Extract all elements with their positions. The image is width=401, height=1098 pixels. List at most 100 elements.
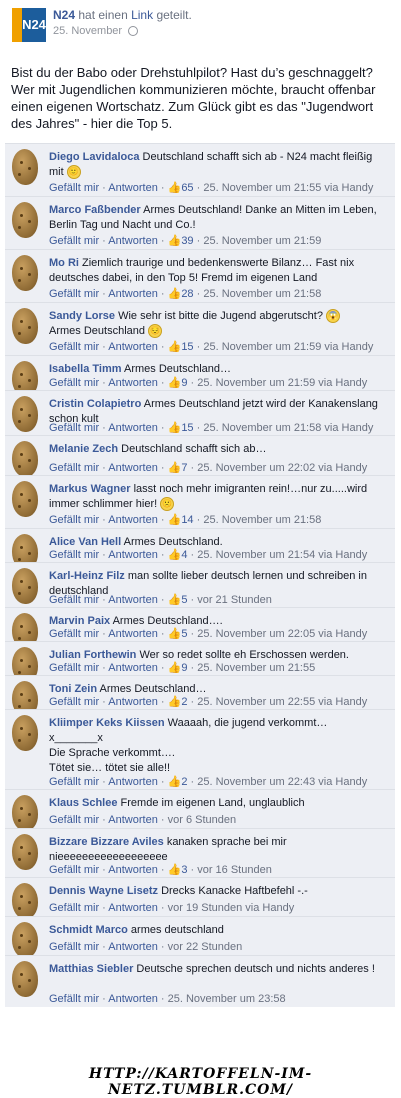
reply-link[interactable]: Antworten xyxy=(108,549,158,561)
like-link[interactable]: Gefällt mir xyxy=(49,993,99,1005)
avatar[interactable] xyxy=(8,833,40,871)
like-count[interactable]: 👍5 xyxy=(168,594,188,606)
reply-link[interactable]: Antworten xyxy=(108,594,158,606)
reply-link[interactable]: Antworten xyxy=(108,235,158,247)
like-link[interactable]: Gefällt mir xyxy=(49,377,99,389)
commenter-name-link[interactable]: Matthias Siebler xyxy=(49,963,133,975)
avatar[interactable] xyxy=(8,254,40,292)
like-link[interactable]: Gefällt mir xyxy=(49,341,99,353)
comment-timestamp[interactable]: vor 21 Stunden xyxy=(197,594,272,606)
commenter-name-link[interactable]: Schmidt Marco xyxy=(49,924,128,936)
like-link[interactable]: Gefällt mir xyxy=(49,864,99,876)
like-count[interactable]: 👍7 xyxy=(168,462,188,474)
like-link[interactable]: Gefällt mir xyxy=(49,422,99,434)
avatar[interactable] xyxy=(8,921,40,959)
comment-timestamp[interactable]: 25. November um 21:58 xyxy=(203,288,321,300)
like-count[interactable]: 👍3 xyxy=(168,864,188,876)
like-link[interactable]: Gefällt mir xyxy=(49,696,99,708)
like-count[interactable]: 👍65 xyxy=(168,182,194,194)
like-link[interactable]: Gefällt mir xyxy=(49,902,99,914)
reply-link[interactable]: Antworten xyxy=(108,377,158,389)
reply-link[interactable]: Antworten xyxy=(108,864,158,876)
comment-timestamp[interactable]: 25. November um 23:58 xyxy=(168,993,286,1005)
like-count[interactable]: 👍2 xyxy=(168,696,188,708)
reply-link[interactable]: Antworten xyxy=(108,696,158,708)
comment-timestamp[interactable]: 25. November um 21:58 via Handy xyxy=(203,422,373,434)
like-link[interactable]: Gefällt mir xyxy=(49,941,99,953)
like-link[interactable]: Gefällt mir xyxy=(49,514,99,526)
reply-link[interactable]: Antworten xyxy=(108,288,158,300)
footer-url[interactable]: HTTP://KARTOFFELN-IM-NETZ.TUMBLR.COM/ xyxy=(0,1066,401,1098)
commenter-name-link[interactable]: Isabella Timm xyxy=(49,363,122,375)
avatar[interactable] xyxy=(8,882,40,920)
avatar[interactable] xyxy=(8,307,40,345)
avatar[interactable] xyxy=(8,440,40,478)
comment-timestamp[interactable]: 25. November um 21:58 xyxy=(203,514,321,526)
like-link[interactable]: Gefällt mir xyxy=(49,628,99,640)
avatar[interactable] xyxy=(8,480,40,518)
commenter-name-link[interactable]: Sandy Lorse xyxy=(49,310,115,322)
comment-timestamp[interactable]: 25. November um 22:55 via Handy xyxy=(197,696,367,708)
commenter-name-link[interactable]: Julian Forthewin xyxy=(49,649,136,661)
like-count[interactable]: 👍15 xyxy=(168,341,194,353)
commenter-name-link[interactable]: Markus Wagner xyxy=(49,483,131,495)
comment-timestamp[interactable]: 25. November um 21:55 via Handy xyxy=(203,182,373,194)
comment-timestamp[interactable]: 25. November um 22:02 via Handy xyxy=(197,462,367,474)
commenter-name-link[interactable]: Kliimper Keks Kiissen xyxy=(49,717,165,729)
like-count[interactable]: 👍39 xyxy=(168,235,194,247)
reply-link[interactable]: Antworten xyxy=(108,941,158,953)
commenter-name-link[interactable]: Mo Ri xyxy=(49,257,79,269)
like-count[interactable]: 👍5 xyxy=(168,628,188,640)
post-date[interactable]: 25. November xyxy=(53,25,122,37)
like-link[interactable]: Gefällt mir xyxy=(49,235,99,247)
like-count[interactable]: 👍28 xyxy=(168,288,194,300)
commenter-name-link[interactable]: Klaus Schlee xyxy=(49,797,117,809)
comment-timestamp[interactable]: 25. November um 21:54 via Handy xyxy=(197,549,367,561)
like-link[interactable]: Gefällt mir xyxy=(49,288,99,300)
comment-timestamp[interactable]: 25. November um 21:59 xyxy=(203,235,321,247)
avatar[interactable] xyxy=(8,794,40,832)
reply-link[interactable]: Antworten xyxy=(108,662,158,674)
avatar[interactable] xyxy=(8,201,40,239)
commenter-name-link[interactable]: Marco Faßbender xyxy=(49,204,141,216)
commenter-name-link[interactable]: Alice Van Hell xyxy=(49,536,121,548)
comment-timestamp[interactable]: 25. November um 22:05 via Handy xyxy=(197,628,367,640)
comment-timestamp[interactable]: 25. November um 22:43 via Handy xyxy=(197,776,367,788)
comment-timestamp[interactable]: 25. November um 21:59 via Handy xyxy=(197,377,367,389)
reply-link[interactable]: Antworten xyxy=(108,776,158,788)
comment-timestamp[interactable]: 25. November um 21:55 xyxy=(197,662,315,674)
reply-link[interactable]: Antworten xyxy=(108,814,158,826)
reply-link[interactable]: Antworten xyxy=(108,514,158,526)
like-count[interactable]: 👍15 xyxy=(168,422,194,434)
commenter-name-link[interactable]: Cristin Colapietro xyxy=(49,398,141,410)
like-count[interactable]: 👍2 xyxy=(168,776,188,788)
reply-link[interactable]: Antworten xyxy=(108,462,158,474)
reply-link[interactable]: Antworten xyxy=(108,902,158,914)
like-link[interactable]: Gefällt mir xyxy=(49,662,99,674)
comment-timestamp[interactable]: vor 22 Stunden xyxy=(168,941,243,953)
reply-link[interactable]: Antworten xyxy=(108,628,158,640)
like-count[interactable]: 👍9 xyxy=(168,662,188,674)
commenter-name-link[interactable]: Toni Zein xyxy=(49,683,97,695)
page-name-link[interactable]: N24 xyxy=(53,8,75,22)
commenter-name-link[interactable]: Marvin Paix xyxy=(49,615,110,627)
commenter-name-link[interactable]: Diego Lavidaloca xyxy=(49,151,139,163)
like-link[interactable]: Gefällt mir xyxy=(49,182,99,194)
comment-timestamp[interactable]: 25. November um 21:59 via Handy xyxy=(203,341,373,353)
like-count[interactable]: 👍14 xyxy=(168,514,194,526)
reply-link[interactable]: Antworten xyxy=(108,993,158,1005)
commenter-name-link[interactable]: Melanie Zech xyxy=(49,443,118,455)
commenter-name-link[interactable]: Karl-Heinz Filz xyxy=(49,570,125,582)
like-count[interactable]: 👍9 xyxy=(168,377,188,389)
like-link[interactable]: Gefällt mir xyxy=(49,814,99,826)
avatar[interactable] xyxy=(8,714,40,752)
avatar[interactable] xyxy=(8,395,40,433)
n24-logo[interactable]: N24 xyxy=(12,8,46,42)
like-count[interactable]: 👍4 xyxy=(168,549,188,561)
avatar[interactable] xyxy=(8,567,40,605)
like-link[interactable]: Gefällt mir xyxy=(49,462,99,474)
avatar[interactable] xyxy=(8,148,40,186)
shared-link[interactable]: Link xyxy=(131,8,153,22)
comment-timestamp[interactable]: vor 19 Stunden via Handy xyxy=(168,902,295,914)
commenter-name-link[interactable]: Bizzare Bizzare Aviles xyxy=(49,836,164,848)
